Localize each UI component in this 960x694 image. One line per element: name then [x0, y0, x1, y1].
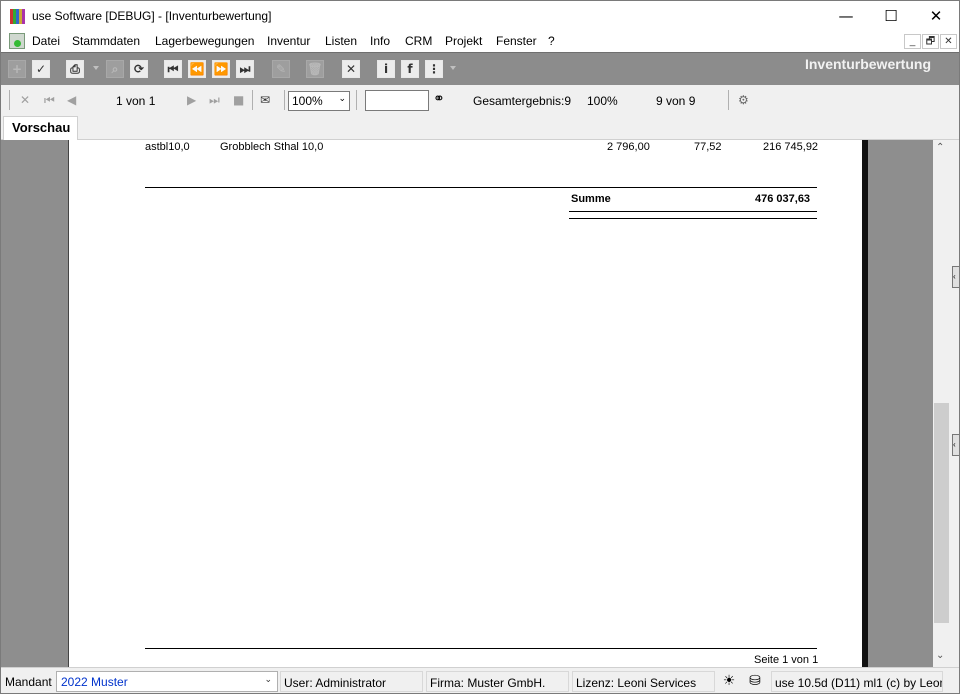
coins-icon[interactable]: ⛁ — [746, 673, 764, 691]
chevron-down-icon: ⌄ — [338, 94, 346, 104]
report-page: astbl10,0 Grobblech Sthal 10,0 2 796,00 … — [68, 140, 862, 667]
title-bar: use Software [DEBUG] - [Inventurbewertun… — [1, 1, 959, 31]
separator — [356, 90, 357, 110]
menu-help[interactable]: ? — [548, 34, 555, 48]
close-button[interactable]: ✕ — [913, 1, 959, 31]
search-input[interactable] — [365, 90, 429, 111]
next-icon[interactable]: ⏩ — [212, 60, 230, 78]
status-bar: Mandant 2022 Muster ⌄ User: Administrato… — [1, 667, 959, 693]
app-icon — [10, 9, 25, 24]
binoculars-icon[interactable]: ⚭ — [433, 91, 445, 107]
preview-toolbar: ✕ ⏮ ◀ 1 von 1 ▶ ⏭ ■ ✉ 100% ⌄ ⚭ Gesamterg… — [1, 85, 959, 116]
divider — [569, 211, 817, 212]
menu-listen[interactable]: Listen — [325, 34, 357, 48]
firma-status: Firma: Muster GmbH. — [426, 671, 569, 692]
document-icon[interactable] — [9, 33, 25, 49]
first-icon[interactable]: ⏮ — [164, 60, 182, 78]
prev-page-icon[interactable]: ◀ — [67, 93, 76, 107]
edit-icon[interactable]: ✎ — [272, 60, 290, 78]
price-value: 77,52 — [694, 141, 722, 153]
article-number: astbl10,0 — [145, 141, 190, 153]
article-description: Grobblech Sthal 10,0 — [220, 141, 324, 153]
maximize-button[interactable]: ☐ — [868, 1, 914, 31]
collapse-panel-icon[interactable]: ‹ — [952, 434, 959, 456]
zoom-select[interactable]: 100% ⌄ — [288, 91, 350, 111]
print-icon[interactable]: ⎙ — [66, 60, 84, 78]
settings-icon[interactable]: ⚙ — [738, 93, 749, 107]
mandant-value: 2022 Muster — [61, 675, 128, 689]
result-count: Gesamtergebnis:9 — [473, 94, 572, 108]
page-indicator: 1 von 1 — [116, 94, 156, 108]
scroll-down-icon[interactable]: ⌄ — [936, 650, 944, 661]
report-preview: astbl10,0 Grobblech Sthal 10,0 2 796,00 … — [1, 140, 933, 667]
mandant-select[interactable]: 2022 Muster ⌄ — [56, 671, 278, 692]
scroll-thumb[interactable] — [934, 403, 949, 623]
menu-stammdaten[interactable]: Stammdaten — [72, 34, 140, 48]
email-icon[interactable]: ✉ — [260, 93, 270, 107]
mandant-label: Mandant — [5, 675, 52, 689]
quantity-value: 2 796,00 — [607, 141, 650, 153]
scroll-up-icon[interactable]: ⌃ — [936, 142, 944, 153]
page-footer: Seite 1 von 1 — [754, 654, 819, 666]
minimize-button[interactable]: — — [823, 1, 869, 31]
main-toolbar: + ✓ ⎙ ⌕ ⟳ ⏮ ⏪ ⏩ ⏭ ✎ 🗑 ✕ i f ⋮ Inventurbe… — [1, 52, 959, 85]
mdi-restore-button[interactable]: 🗗 — [922, 34, 939, 49]
menu-datei[interactable]: Datei — [32, 34, 60, 48]
menu-bar: Datei Stammdaten Lagerbewegungen Inventu… — [1, 31, 959, 52]
menu-info[interactable]: Info — [370, 34, 390, 48]
separator — [284, 90, 285, 110]
window-title: use Software [DEBUG] - [Inventurbewertun… — [32, 9, 272, 23]
menu-fenster[interactable]: Fenster — [496, 34, 537, 48]
menu-inventur[interactable]: Inventur — [267, 34, 310, 48]
user-status: User: Administrator — [280, 671, 423, 692]
last-page-icon[interactable]: ⏭ — [209, 93, 220, 108]
grid-icon[interactable]: ⋮ — [425, 60, 443, 78]
close-preview-icon[interactable]: ✕ — [20, 93, 30, 107]
next-page-icon[interactable]: ▶ — [187, 93, 196, 107]
vertical-scrollbar[interactable]: ⌃ ⌄ — [933, 140, 950, 667]
page-shadow — [862, 140, 868, 667]
delete-icon[interactable]: 🗑 — [306, 60, 324, 78]
progress-percent: 100% — [587, 94, 618, 108]
prev-icon[interactable]: ⏪ — [188, 60, 206, 78]
cancel-icon[interactable]: ✕ — [342, 60, 360, 78]
zoom-value: 100% — [292, 94, 323, 108]
collapse-panel-icon[interactable]: ‹ — [952, 266, 959, 288]
separator — [728, 90, 729, 110]
mdi-minimize-button[interactable]: _ — [904, 34, 921, 49]
version-status: use 10.5d (D11) ml1 (c) by Leoni Sc — [771, 671, 943, 692]
mdi-close-button[interactable]: ✕ — [940, 34, 957, 49]
menu-lagerbewegungen[interactable]: Lagerbewegungen — [155, 34, 254, 48]
menu-crm[interactable]: CRM — [405, 34, 432, 48]
tab-vorschau[interactable]: Vorschau — [3, 116, 78, 140]
info-icon[interactable]: i — [377, 60, 395, 78]
print-dropdown-icon[interactable] — [93, 66, 99, 70]
section-title: Inventurbewertung — [804, 56, 931, 72]
zoom-icon[interactable]: ⌕ — [106, 60, 124, 78]
record-counter: 9 von 9 — [656, 94, 696, 108]
divider — [145, 187, 817, 188]
divider — [569, 218, 817, 219]
facebook-icon[interactable]: f — [401, 60, 419, 78]
first-page-icon[interactable]: ⏮ — [44, 93, 55, 108]
sum-label: Summe — [571, 193, 611, 205]
chevron-down-icon: ⌄ — [264, 675, 272, 685]
check-icon[interactable]: ✓ — [32, 60, 50, 78]
lizenz-status: Lizenz: Leoni Services — [572, 671, 715, 692]
sun-icon[interactable]: ☀ — [720, 673, 738, 691]
sum-value: 476 037,63 — [755, 193, 811, 205]
application-window: use Software [DEBUG] - [Inventurbewertun… — [0, 0, 960, 694]
refresh-icon[interactable]: ⟳ — [130, 60, 148, 78]
tab-strip: Vorschau — [1, 116, 959, 140]
divider — [145, 648, 817, 649]
menu-projekt[interactable]: Projekt — [445, 34, 482, 48]
stop-icon[interactable]: ■ — [233, 93, 244, 107]
separator — [9, 90, 10, 110]
total-value: 216 745,92 — [763, 141, 819, 153]
separator — [252, 90, 253, 110]
last-icon[interactable]: ⏭ — [236, 60, 254, 78]
side-panel-edge: ‹ ‹ — [950, 140, 959, 667]
plus-icon[interactable]: + — [8, 60, 26, 78]
grid-dropdown-icon[interactable] — [450, 66, 456, 70]
